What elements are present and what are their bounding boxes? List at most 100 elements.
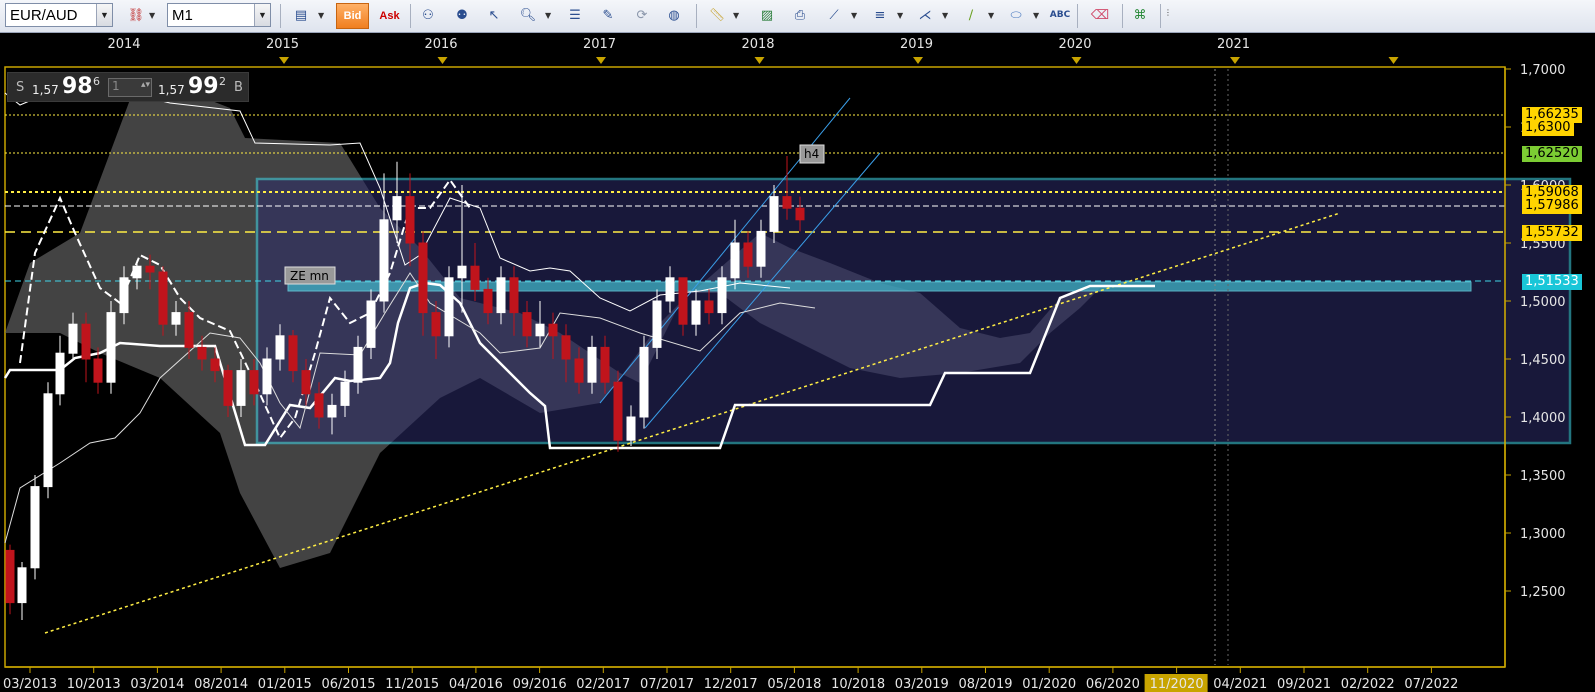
year-marker [1388,57,1399,64]
time-tick-label: 06/2015 [321,677,375,692]
year-strip [0,33,1595,55]
candle-body [522,312,532,337]
bullish-candle [106,301,116,394]
price-label: 1,62520 [1522,146,1582,162]
candle-body [392,196,402,221]
time-tick-label: 08/2019 [958,677,1012,692]
sell-pip: 6 [93,75,100,88]
symbol-link-icon[interactable]: ⛓ [126,5,146,25]
price-tick-label: 1,2500 [1520,585,1566,600]
range-box[interactable] [255,177,1572,445]
candle-body [574,358,584,383]
year-label: 2017 [583,37,616,52]
chevron-down-icon[interactable]: ▼ [942,11,948,20]
time-tick-label: 02/2017 [576,677,630,692]
timeframe-value: M1 [172,7,193,24]
chevron-down-icon[interactable]: ▼ [897,11,903,20]
text-icon[interactable]: ABC [1050,5,1070,25]
chart-type-icon[interactable]: ▤ [291,5,311,25]
ellipse-icon[interactable]: ⬭ [1006,5,1026,25]
candle-body [535,323,545,337]
globe-icon[interactable]: ◍ [664,5,684,25]
overflow-icon[interactable]: ⋮ [1164,8,1172,17]
chevron-down-icon[interactable]: ▼ [318,11,324,20]
bid-button[interactable]: Bid [336,3,369,29]
time-tick-label: 04/2021 [1213,677,1267,692]
candle-body [132,265,142,279]
candle-body [353,346,363,383]
indicators-icon[interactable]: ⚇ [418,5,438,25]
candle-body [782,196,792,209]
sell-price[interactable]: 98 [62,74,93,99]
candle-body [301,370,311,395]
candle-body [55,352,65,395]
candle-body [600,346,610,383]
year-label: 2021 [1217,37,1250,52]
time-tick-label: 10/2013 [67,677,121,692]
pitchfork-icon[interactable]: ⋌ [915,5,935,25]
price-tick-label: 1,4000 [1520,411,1566,426]
time-tick-label: 01/2020 [1022,677,1076,692]
time-tick-label: 04/2016 [449,677,503,692]
candle-body [68,323,78,354]
chevron-down-icon[interactable]: ▼ [733,11,739,20]
time-axis[interactable]: 03/2013 10/2013 03/2014 08/2014 01/2015 06/20… [3,666,1505,692]
candle-body [262,358,272,395]
annotation-ze-mn[interactable]: ZE mn [284,266,336,285]
ask-button[interactable]: Ask [373,3,406,29]
candle-body [223,370,233,406]
chart-panel[interactable]: 2014 2015 2016 2017 2018 2019 2020 2021 [0,33,1595,692]
fibonacci-icon[interactable]: ☰ [565,5,585,25]
trendline-icon[interactable]: ⟋ [824,5,844,25]
timeframe-select[interactable]: M1 ▼ [167,3,271,27]
year-marker [1230,57,1240,64]
time-tick-label: 03/2013 [3,677,57,692]
chevron-down-icon[interactable]: ▼ [149,11,155,20]
quote-panel: S 1,57 98 6 1 ▴▾ 1,57 99 2 B [7,72,249,102]
channel-icon[interactable]: ≡ [870,5,890,25]
chevron-down-icon[interactable]: ▼ [254,4,270,26]
tree-icon[interactable]: ⌘ [1130,5,1150,25]
buy-price[interactable]: 99 [188,74,219,99]
annotation-h4[interactable]: h4 [799,144,825,164]
symbol-select[interactable]: EUR/AUD ▼ [5,3,113,27]
candle-body [17,567,27,604]
chevron-down-icon[interactable]: ▼ [988,11,994,20]
refresh-icon[interactable]: ⟳ [632,5,652,25]
price-label: 1,57986 [1522,198,1582,214]
image-icon[interactable]: ▨ [757,5,777,25]
template-icon[interactable]: ✎ [598,5,618,25]
toolbar-divider [696,4,697,28]
candle-body [197,346,207,360]
candle-body [288,335,298,372]
support-zone[interactable] [287,281,1472,292]
time-tick-label: 06/2020 [1086,677,1140,692]
chevron-down-icon[interactable]: ▼ [1033,11,1039,20]
candle-body [795,207,805,221]
toolbar-divider [410,4,411,28]
chevron-down-icon[interactable]: ▼ [96,4,112,26]
year-marker [279,57,289,64]
candle-body [730,242,740,279]
time-tick-label: 11/2015 [385,677,439,692]
time-tick-label: 09/2016 [513,677,567,692]
candle-body [496,277,506,314]
price-chart[interactable]: 2014 2015 2016 2017 2018 2019 2020 2021 [0,33,1595,692]
buy-pip: 2 [219,75,226,88]
candle-body [81,323,91,360]
eraser-icon[interactable]: ⌫ [1090,5,1110,25]
cursor-icon[interactable]: ↖ [484,5,504,25]
year-marker [596,57,606,64]
candle-body [379,219,389,302]
print-icon[interactable]: ⎙ [790,5,810,25]
candle-body [561,335,571,360]
indicators-remove-icon[interactable]: ⚉ [452,5,472,25]
candle-body [691,300,701,325]
ruler-icon[interactable]: 📏︎ [707,5,727,25]
zoom-icon[interactable]: 🔍︎ [518,5,538,25]
chevron-down-icon[interactable]: ▼ [851,11,857,20]
candle-body [210,358,220,372]
quantity-spinner-icon[interactable]: ▴▾ [141,80,150,90]
line-icon[interactable]: ∕ [961,5,981,25]
chevron-down-icon[interactable]: ▼ [545,11,551,20]
